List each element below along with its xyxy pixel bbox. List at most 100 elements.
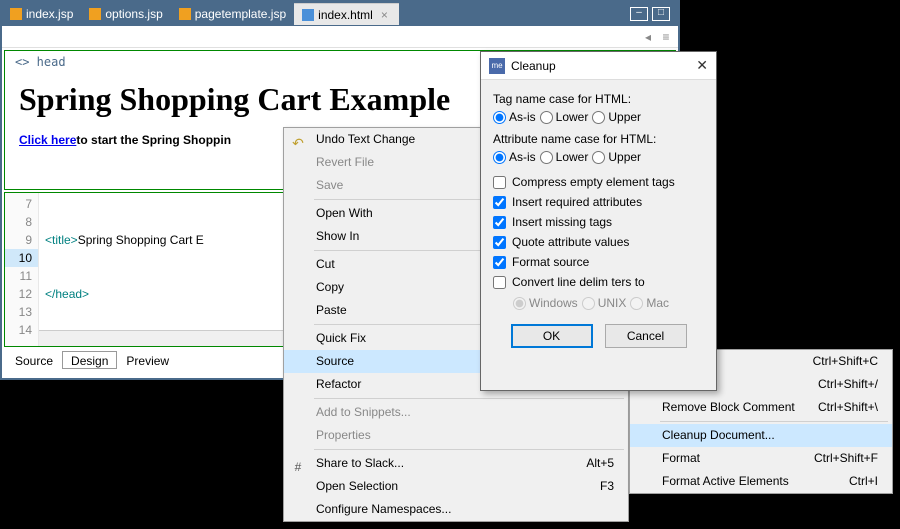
checkbox[interactable] (493, 216, 506, 229)
dialog-body: Tag name case for HTML: As-is Lower Uppe… (481, 80, 716, 356)
line-number: 11 (5, 267, 38, 285)
shortcut-label: Ctrl+Shift+C (813, 350, 878, 373)
checkbox-label: Quote attribute values (512, 235, 629, 249)
radio-upper[interactable]: Upper (592, 150, 641, 164)
menu-item-label: Undo Text Change (316, 128, 415, 151)
check-convert-line-delim-ters-to[interactable]: Convert line delim ters to (493, 272, 704, 292)
submenu-item-format-active-elements[interactable]: Format Active ElementsCtrl+I (630, 470, 892, 493)
menu-item-label: Cut (316, 253, 335, 276)
cancel-button[interactable]: Cancel (605, 324, 687, 348)
tag-case-radios: As-is Lower Upper (493, 110, 704, 124)
line-number: 10 (5, 249, 38, 267)
radio-asis[interactable]: As-is (493, 110, 536, 124)
dialog-buttons: OK Cancel (493, 324, 704, 348)
submenu-item-format[interactable]: Format Ctrl+Shift+F (630, 447, 892, 470)
checkbox[interactable] (493, 276, 506, 289)
editor-tabs: index.jsp options.jsp pagetemplate.jsp i… (2, 2, 678, 26)
ok-button[interactable]: OK (511, 324, 593, 348)
checkbox[interactable] (493, 176, 506, 189)
jsp-icon (89, 8, 101, 20)
check-insert-missing-tags[interactable]: Insert missing tags (493, 212, 704, 232)
menu-item-label: Configure Namespaces... (316, 498, 451, 521)
maximize-button[interactable]: □ (652, 7, 670, 21)
shortcut-label: Ctrl+I (849, 470, 878, 493)
editor-toolbar: ◂ ≡ (2, 26, 678, 48)
dialog-close-button[interactable]: ✕ (696, 57, 708, 74)
checkbox-label: Insert required attributes (512, 195, 642, 209)
line-number: 7 (5, 195, 38, 213)
menu-item-label: Show In (316, 225, 359, 248)
check-insert-required-attributes[interactable]: Insert required attributes (493, 192, 704, 212)
menu-item-label: Source (316, 350, 354, 373)
check-format-source[interactable]: Format source (493, 252, 704, 272)
line-number: 12 (5, 285, 38, 303)
menu-item-label: Format (662, 447, 700, 470)
menu-item-label: Paste (316, 299, 347, 322)
view-tab-source[interactable]: Source (6, 351, 62, 369)
radio-asis[interactable]: As-is (493, 150, 536, 164)
toolbar-list-button[interactable]: ≡ (658, 29, 674, 45)
menu-item-label: Remove Block Comment (662, 396, 795, 419)
check-compress-empty-element-tags[interactable]: Compress empty element tags (493, 172, 704, 192)
menu-item-share-to-slack-[interactable]: # Share to Slack... Alt+5 (284, 452, 628, 475)
checkbox-label: Convert line delim ters to (512, 275, 645, 289)
checkbox[interactable] (493, 256, 506, 269)
tab-label: index.jsp (26, 7, 73, 21)
menu-item-configure-namespaces-[interactable]: Configure Namespaces... (284, 498, 628, 521)
click-here-link[interactable]: Click here (19, 133, 76, 147)
menu-item-label: Properties (316, 424, 371, 447)
submenu-item-cleanup-document-[interactable]: Cleanup Document... (630, 424, 892, 447)
undo-icon: ↶ (290, 132, 306, 148)
tab-label: index.html (318, 8, 373, 22)
shortcut-label: Ctrl+Shift+F (814, 447, 878, 470)
menu-item-label: Revert File (316, 151, 374, 174)
tab-index-html[interactable]: index.html × (294, 3, 399, 25)
menu-item-label: Add to Snippets... (316, 401, 411, 424)
menu-item-label: Cleanup Document... (662, 424, 775, 447)
tab-label: pagetemplate.jsp (195, 7, 286, 21)
radio-lower[interactable]: Lower (540, 150, 589, 164)
attr-case-radios: As-is Lower Upper (493, 150, 704, 164)
radio-lower[interactable]: Lower (540, 110, 589, 124)
dialog-title-text: Cleanup (511, 59, 556, 73)
jsp-icon (10, 8, 22, 20)
tag-case-label: Tag name case for HTML: (493, 92, 704, 106)
submenu-item-remove-block-comment[interactable]: Remove Block CommentCtrl+Shift+\ (630, 396, 892, 419)
dialog-titlebar[interactable]: me Cleanup ✕ (481, 52, 716, 80)
tab-index-jsp[interactable]: index.jsp (2, 3, 81, 25)
line-number: 13 (5, 303, 38, 321)
link-trail-text: to start the Spring Shoppin (76, 133, 231, 147)
menu-item-label: Open With (316, 202, 373, 225)
view-tab-design[interactable]: Design (62, 351, 117, 369)
checkbox[interactable] (493, 236, 506, 249)
html-icon (302, 9, 314, 21)
close-icon[interactable]: × (381, 8, 391, 22)
menu-item-open-selection[interactable]: Open SelectionF3 (284, 475, 628, 498)
line-number: 8 (5, 213, 38, 231)
radio-mac: Mac (630, 296, 669, 310)
slack-icon: # (290, 456, 306, 472)
view-tab-preview[interactable]: Preview (117, 351, 178, 369)
check-quote-attribute-values[interactable]: Quote attribute values (493, 232, 704, 252)
menu-item-label: Refactor (316, 373, 361, 396)
toolbar-prev-button[interactable]: ◂ (640, 29, 656, 45)
tab-label: options.jsp (105, 7, 162, 21)
app-icon: me (489, 58, 505, 74)
shortcut-label: Ctrl+Shift+/ (818, 373, 878, 396)
line-number: 9 (5, 231, 38, 249)
menu-item-label: Share to Slack... (316, 452, 404, 475)
line-number: 14 (5, 321, 38, 339)
menu-item-properties: Properties (284, 424, 628, 447)
radio-upper[interactable]: Upper (592, 110, 641, 124)
shortcut-label: Alt+5 (586, 452, 614, 475)
shortcut-label: F3 (600, 475, 614, 498)
tab-pagetemplate-jsp[interactable]: pagetemplate.jsp (171, 3, 294, 25)
line-delim-radios: Windows UNIX Mac (493, 296, 704, 310)
checkbox[interactable] (493, 196, 506, 209)
save-icon (290, 178, 306, 194)
menu-item-label: Copy (316, 276, 344, 299)
minimize-button[interactable]: – (630, 7, 648, 21)
menu-item-label: Save (316, 174, 343, 197)
checkbox-label: Insert missing tags (512, 215, 612, 229)
tab-options-jsp[interactable]: options.jsp (81, 3, 170, 25)
